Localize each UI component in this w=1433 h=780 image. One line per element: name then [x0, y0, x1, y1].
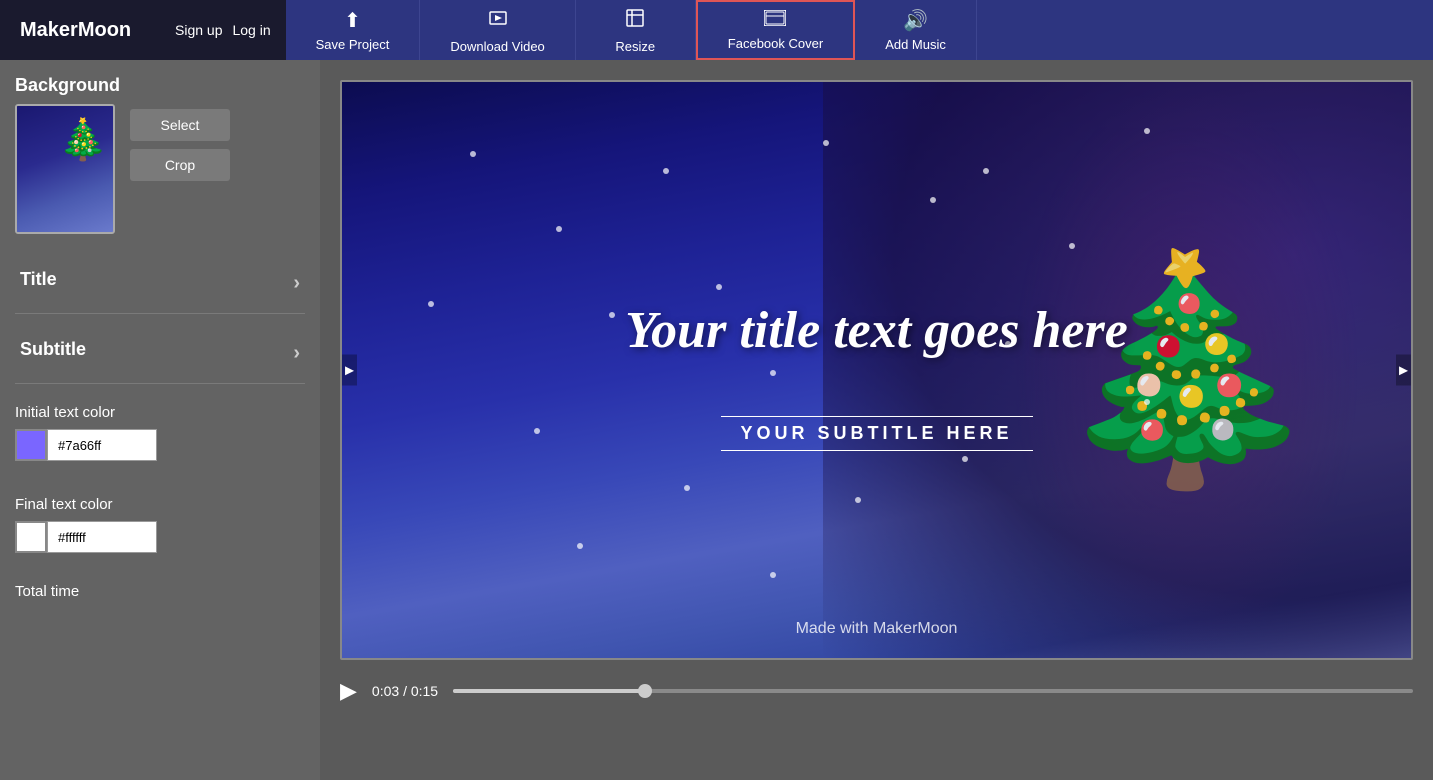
top-navigation: MakerMoon Sign up Log in ⬆ Save Project …	[0, 0, 1433, 60]
resize-button[interactable]: Resize	[576, 0, 696, 60]
facebook-cover-button[interactable]: Facebook Cover	[696, 0, 855, 60]
subtitle-chevron-icon: ›	[293, 342, 300, 365]
nav-actions: ⬆ Save Project Download Video Resize	[286, 0, 1433, 60]
play-button[interactable]: ▶	[340, 678, 357, 704]
initial-color-swatch[interactable]	[15, 429, 47, 461]
final-color-section: Final text color	[15, 496, 305, 568]
download-video-label: Download Video	[450, 39, 544, 54]
final-color-label: Final text color	[15, 496, 305, 513]
initial-color-input[interactable]	[47, 429, 157, 461]
save-project-label: Save Project	[316, 37, 390, 52]
final-color-input[interactable]	[47, 521, 157, 553]
resize-label: Resize	[615, 39, 655, 54]
add-music-button[interactable]: 🔊 Add Music	[855, 0, 977, 60]
add-music-label: Add Music	[885, 37, 946, 52]
background-thumbnail	[15, 104, 115, 234]
title-chevron-icon: ›	[293, 272, 300, 295]
background-section: Background Select Crop	[15, 75, 305, 234]
facebook-cover-label: Facebook Cover	[728, 36, 823, 51]
brand-name: MakerMoon	[20, 19, 131, 42]
watermark: Made with MakerMoon	[796, 620, 958, 638]
final-color-swatch[interactable]	[15, 521, 47, 553]
video-canvas: 🎄	[340, 80, 1413, 660]
initial-color-section: Initial text color	[15, 404, 305, 476]
final-color-row	[15, 521, 305, 553]
total-time: 0:15	[411, 683, 438, 699]
progress-bar[interactable]	[453, 689, 1413, 693]
prev-arrow[interactable]: ▸	[342, 355, 357, 386]
background-buttons: Select Crop	[130, 104, 230, 181]
main-content: Background Select Crop Title › Subtitle …	[0, 60, 1433, 780]
signup-link[interactable]: Sign up	[175, 22, 222, 38]
login-link[interactable]: Log in	[232, 22, 270, 38]
save-project-icon: ⬆	[344, 8, 361, 33]
resize-icon	[624, 7, 646, 35]
crop-button[interactable]: Crop	[130, 149, 230, 181]
auth-links: Sign up Log in	[160, 0, 286, 60]
total-time-label: Total time	[15, 583, 305, 600]
next-arrow[interactable]: ▸	[1396, 355, 1411, 386]
select-button[interactable]: Select	[130, 109, 230, 141]
add-music-icon: 🔊	[903, 8, 928, 33]
video-frame: 🎄	[340, 80, 1413, 660]
subtitle-section[interactable]: Subtitle ›	[15, 324, 305, 384]
subtitle-section-label: Subtitle	[20, 339, 86, 360]
preview-area: 🎄	[320, 60, 1433, 780]
initial-color-label: Initial text color	[15, 404, 305, 421]
download-video-button[interactable]: Download Video	[420, 0, 575, 60]
progress-knob[interactable]	[638, 684, 652, 698]
background-preview	[17, 106, 113, 232]
initial-color-row	[15, 429, 305, 461]
title-section[interactable]: Title ›	[15, 254, 305, 314]
canvas-title[interactable]: Your title text goes here	[625, 301, 1128, 360]
current-time: 0:03	[372, 683, 399, 699]
save-project-button[interactable]: ⬆ Save Project	[286, 0, 421, 60]
sidebar: Background Select Crop Title › Subtitle …	[0, 60, 320, 780]
player-controls: ▶ 0:03 / 0:15	[340, 660, 1413, 710]
title-section-label: Title	[20, 269, 57, 290]
background-title: Background	[15, 75, 305, 96]
download-video-icon	[487, 7, 509, 35]
facebook-cover-icon	[764, 9, 786, 32]
progress-fill	[453, 689, 645, 693]
time-display: 0:03 / 0:15	[372, 683, 438, 699]
canvas-subtitle[interactable]: YOUR SUBTITLE HERE	[720, 416, 1032, 451]
brand-logo: MakerMoon	[0, 0, 160, 60]
time-separator: /	[403, 683, 411, 699]
background-section-header: Select Crop	[15, 104, 305, 234]
